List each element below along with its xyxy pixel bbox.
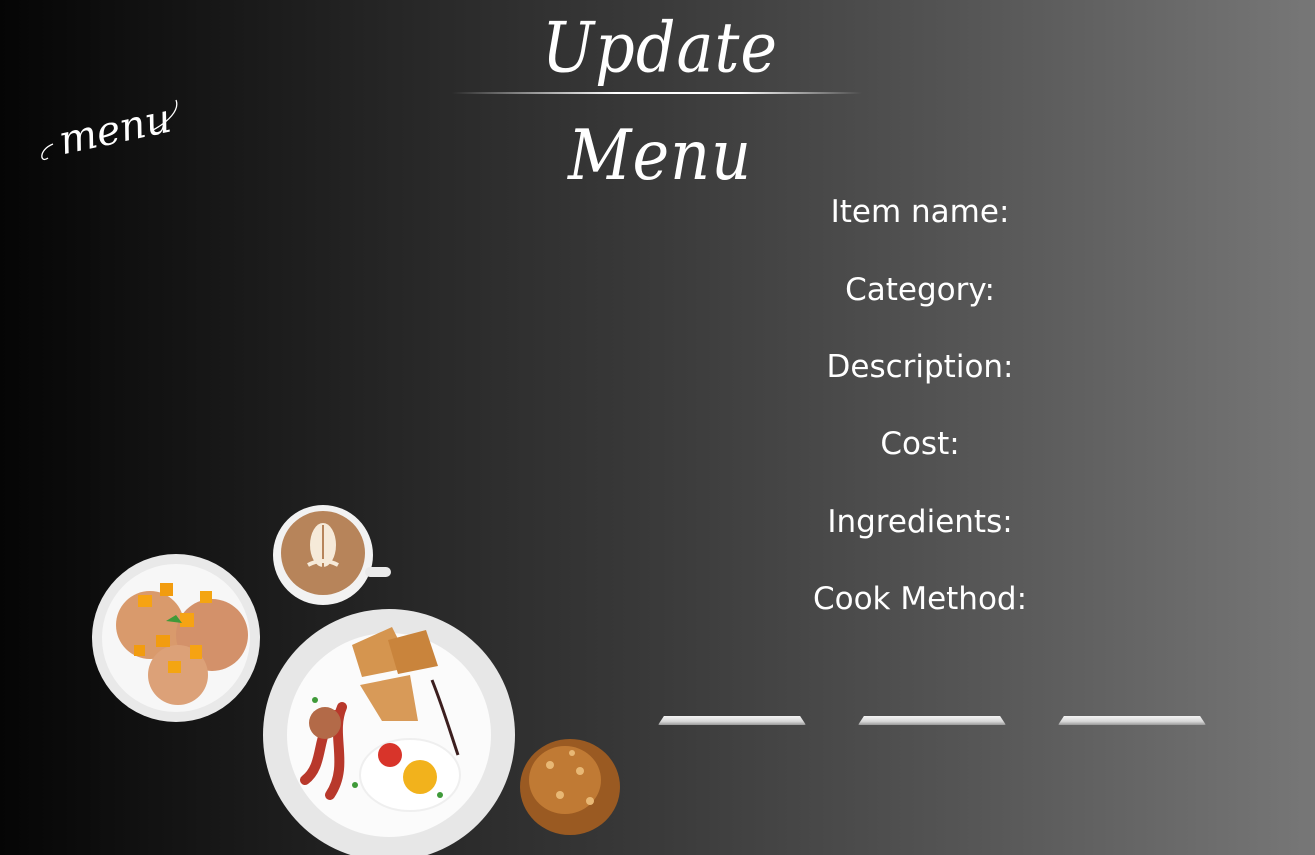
granola-pile xyxy=(520,739,620,835)
category-label: Category: xyxy=(845,272,995,308)
action-button-3[interactable] xyxy=(1058,716,1206,725)
action-button-2[interactable] xyxy=(858,716,1006,725)
brand-swash xyxy=(41,99,178,161)
item-name-label: Item name: xyxy=(830,194,1010,230)
page-title: Update Menu xyxy=(541,6,779,196)
description-label: Description: xyxy=(826,349,1014,385)
latte-cup-icon xyxy=(273,505,391,605)
cost-label: Cost: xyxy=(880,426,960,462)
ingredients-label: Ingredients: xyxy=(827,504,1013,540)
action-button-1[interactable] xyxy=(658,716,806,725)
breakfast-plate xyxy=(263,609,515,855)
title-underline xyxy=(452,92,862,94)
cook-method-label: Cook Method: xyxy=(812,581,1028,617)
food-illustration xyxy=(92,505,620,855)
pancakes-plate xyxy=(92,554,260,722)
